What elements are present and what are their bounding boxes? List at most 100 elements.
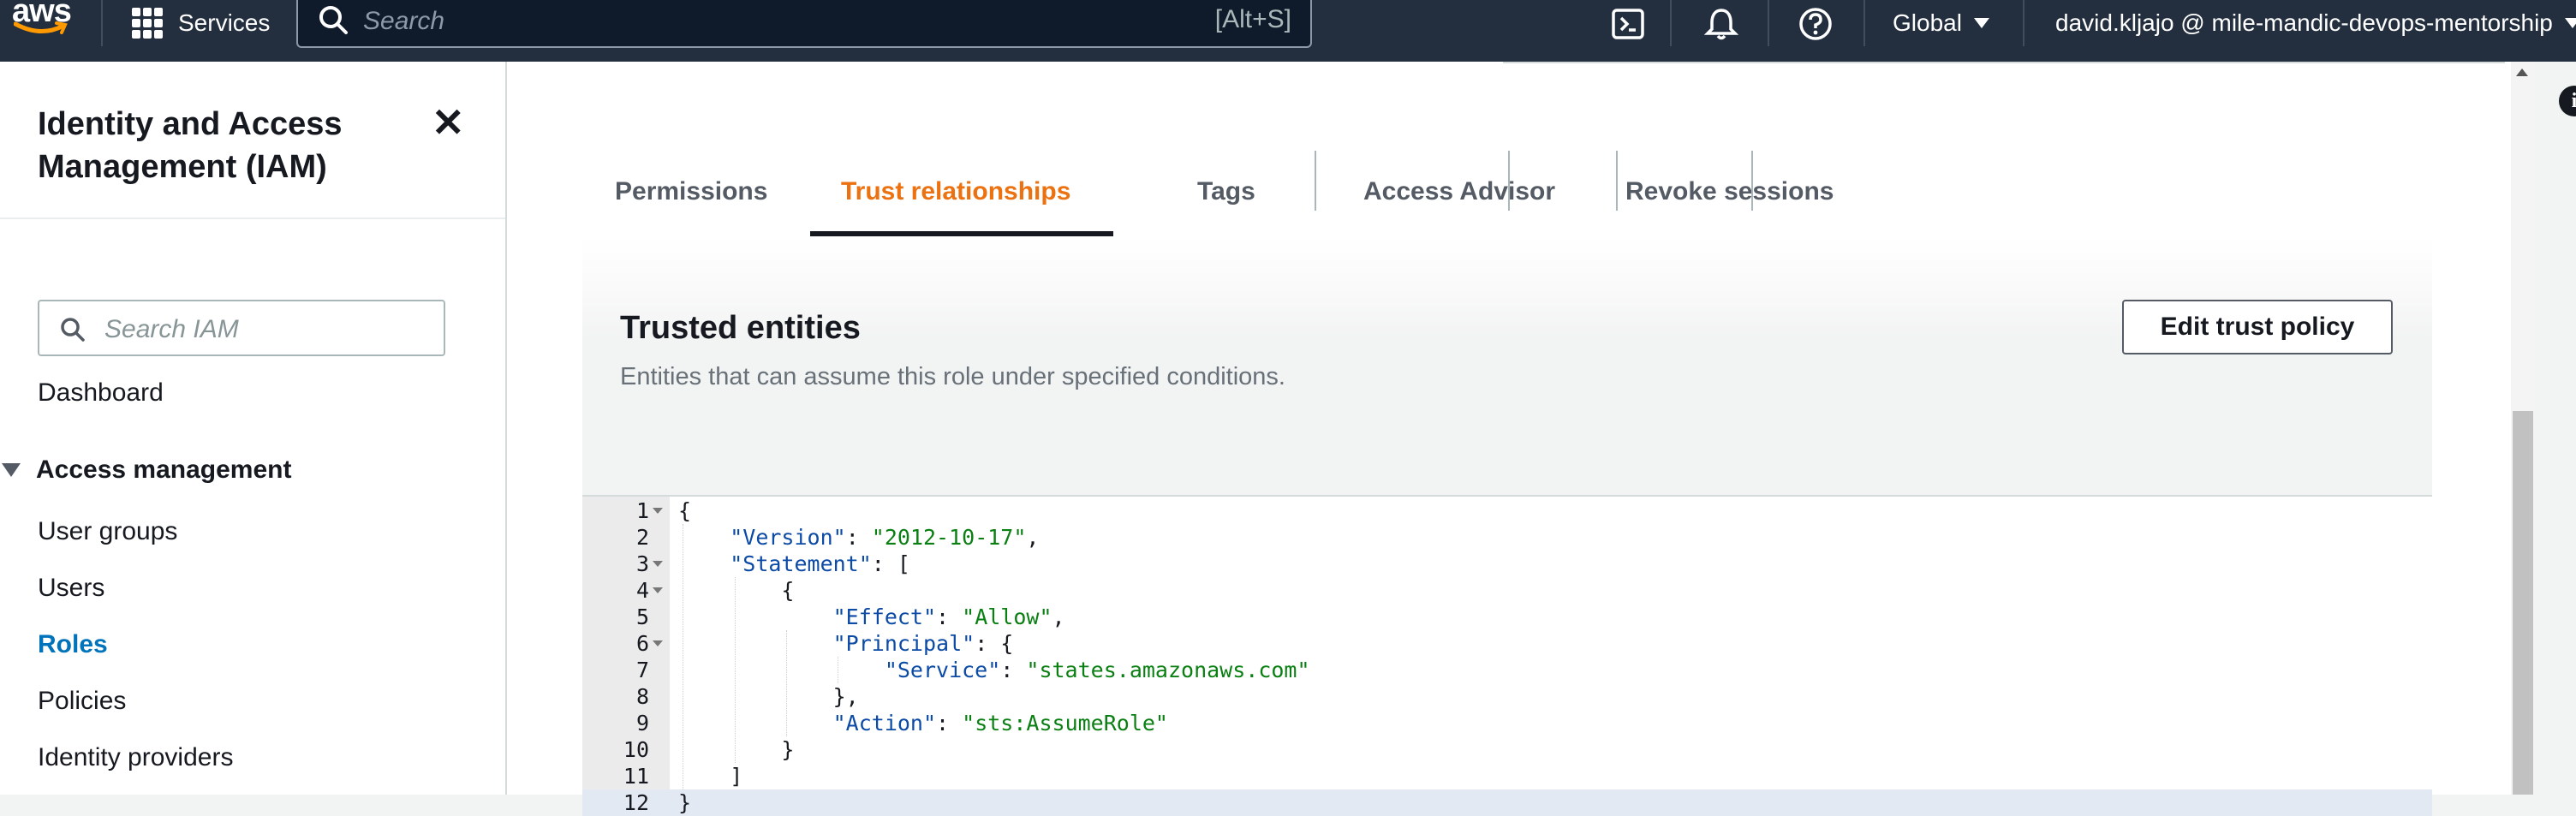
- trust-policy-code-editor[interactable]: 1{2 "Version": "2012-10-17", 3 "Statement…: [582, 495, 2432, 816]
- code-text: "Statement": [: [730, 551, 910, 576]
- tab-trust-relationships[interactable]: Trust relationships: [841, 147, 1070, 236]
- line-number: 8: [635, 684, 649, 709]
- sidebar-section-label: Access management: [36, 456, 292, 484]
- code-line[interactable]: 12}: [582, 789, 2432, 816]
- code-text: "Action": "sts:AssumeRole": [832, 711, 1168, 736]
- sidebar-search-input[interactable]: [103, 313, 432, 346]
- trusted-entities-panel: Trusted entities Entities that can assum…: [582, 236, 2432, 816]
- content-divider: [1503, 62, 2505, 63]
- code-line[interactable]: 9 "Action": "sts:AssumeRole": [582, 710, 2432, 736]
- main-content: Permissions Trust relationships Tags Acc…: [507, 62, 2511, 816]
- search-icon: [61, 318, 85, 342]
- cloudshell-icon[interactable]: [1610, 5, 1648, 43]
- panel-title: Trusted entities: [620, 310, 861, 346]
- sidebar-item-users[interactable]: Users: [38, 574, 104, 603]
- nav-divider: [1670, 0, 1672, 46]
- line-number: 11: [623, 764, 649, 789]
- tab-tags[interactable]: Tags: [1197, 147, 1255, 236]
- line-number: 9: [635, 711, 649, 736]
- aws-smile-icon: [14, 21, 68, 34]
- tab-separator: [1616, 151, 1618, 211]
- code-line[interactable]: 11 ]: [582, 763, 2432, 789]
- sidebar-item-dashboard[interactable]: Dashboard: [38, 378, 164, 408]
- scrollbar-thumb[interactable]: [2513, 411, 2533, 795]
- code-line[interactable]: 2 "Version": "2012-10-17",: [582, 524, 2432, 551]
- help-icon[interactable]: [1797, 5, 1834, 43]
- sidebar-item-roles[interactable]: Roles: [38, 630, 108, 659]
- top-navigation-bar: aws Services [Alt+S] Globa: [0, 0, 2576, 62]
- global-search-input[interactable]: [361, 3, 1136, 39]
- code-line[interactable]: 10 }: [582, 736, 2432, 763]
- sidebar-item-policies[interactable]: Policies: [38, 687, 126, 716]
- code-text: }: [678, 790, 692, 815]
- line-number: 12: [623, 790, 649, 815]
- line-number: 6: [635, 631, 649, 656]
- fold-arrow-icon[interactable]: [653, 587, 663, 593]
- role-tabs: Permissions Trust relationships Tags Acc…: [582, 147, 2432, 238]
- search-shortcut-hint: [Alt+S]: [1214, 5, 1291, 33]
- account-menu[interactable]: david.kljajo @ mile-mandic-devops-mentor…: [2055, 0, 2576, 46]
- code-line[interactable]: 6 "Principal": {: [582, 630, 2432, 657]
- services-menu-button[interactable]: Services: [132, 0, 270, 46]
- sidebar-title: Identity and Access Management (IAM): [38, 106, 343, 185]
- caret-down-icon: [2, 463, 21, 477]
- code-line[interactable]: 8 },: [582, 683, 2432, 710]
- tab-revoke-sessions[interactable]: Revoke sessions: [1625, 147, 1834, 236]
- code-text: "Principal": {: [832, 631, 1014, 656]
- search-icon: [319, 6, 348, 34]
- code-line[interactable]: 4 {: [582, 577, 2432, 604]
- bell-icon[interactable]: [1702, 5, 1740, 43]
- region-selector[interactable]: Global: [1893, 0, 1989, 46]
- nav-divider: [1863, 0, 1865, 46]
- caret-down-icon: [2564, 18, 2576, 28]
- fold-arrow-icon[interactable]: [653, 561, 663, 567]
- indent-guide: [785, 630, 787, 736]
- code-line[interactable]: 5 "Effect": "Allow",: [582, 604, 2432, 630]
- sidebar-item-identity-providers[interactable]: Identity providers: [38, 743, 233, 772]
- line-number: 3: [635, 551, 649, 576]
- tab-separator: [1315, 151, 1316, 211]
- sidebar-item-user-groups[interactable]: User groups: [38, 517, 177, 546]
- iam-sidebar: Identity and Access Management (IAM) ✕ D…: [0, 62, 507, 795]
- tab-access-advisor[interactable]: Access Advisor: [1363, 147, 1555, 236]
- indent-guide: [734, 577, 736, 763]
- nav-divider: [1768, 0, 1769, 46]
- line-number: 4: [635, 578, 649, 603]
- scroll-up-arrow-icon[interactable]: [2516, 68, 2528, 76]
- line-number: 1: [635, 498, 649, 523]
- code-line[interactable]: 3 "Statement": [: [582, 551, 2432, 577]
- close-icon[interactable]: ✕: [432, 103, 465, 142]
- line-number: 5: [635, 605, 649, 629]
- tab-permissions[interactable]: Permissions: [615, 147, 767, 236]
- global-search-bar[interactable]: [Alt+S]: [296, 0, 1312, 48]
- grid-icon: [132, 8, 163, 39]
- tab-separator: [1751, 151, 1753, 211]
- fold-arrow-icon[interactable]: [653, 508, 663, 514]
- caret-down-icon: [1973, 18, 1989, 28]
- tab-separator: [1508, 151, 1510, 211]
- sidebar-search[interactable]: [38, 300, 445, 356]
- account-label: david.kljajo @ mile-mandic-devops-mentor…: [2055, 9, 2553, 36]
- code-text: }: [678, 737, 795, 762]
- sidebar-divider: [0, 217, 505, 219]
- nav-divider: [2023, 0, 2024, 46]
- aws-logo[interactable]: aws: [5, 0, 74, 43]
- code-line[interactable]: 7 "Service": "states.amazonaws.com": [582, 657, 2432, 683]
- code-text: {: [678, 578, 795, 603]
- code-line[interactable]: 1{: [582, 497, 2432, 524]
- code-text: "Effect": "Allow",: [832, 605, 1065, 629]
- edit-trust-policy-button[interactable]: Edit trust policy: [2122, 300, 2393, 354]
- region-label: Global: [1893, 9, 1962, 36]
- line-number: 10: [623, 737, 649, 762]
- code-text: "Service": "states.amazonaws.com": [884, 658, 1310, 682]
- code-text: {: [678, 498, 692, 523]
- line-number: 7: [635, 658, 649, 682]
- panel-description: Entities that can assume this role under…: [620, 363, 1285, 390]
- info-icon[interactable]: i: [2559, 86, 2576, 116]
- sidebar-section-access-management[interactable]: Access management: [0, 456, 291, 485]
- code-text: "Version": "2012-10-17",: [730, 525, 1040, 550]
- fold-arrow-icon[interactable]: [653, 640, 663, 646]
- services-label: Services: [178, 9, 271, 36]
- code-text: },: [678, 684, 859, 709]
- code-text: ]: [678, 764, 743, 789]
